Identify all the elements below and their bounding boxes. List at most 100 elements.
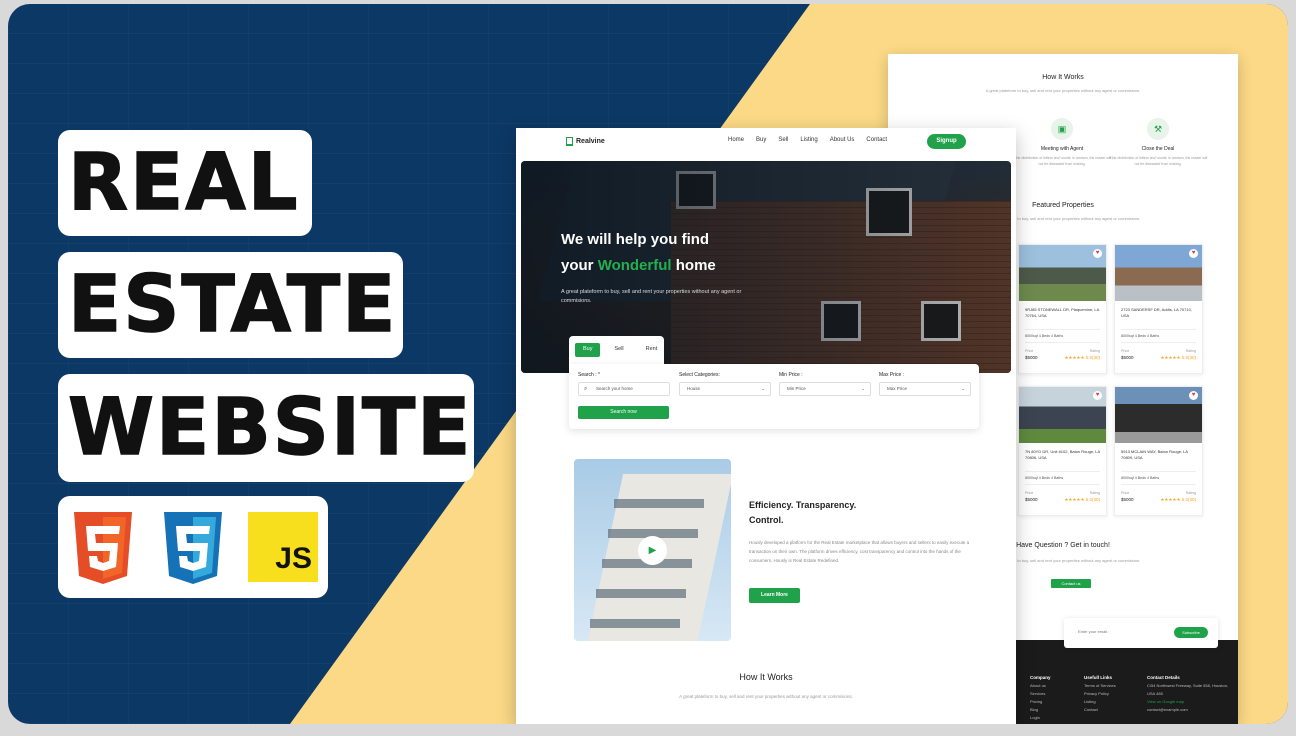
property-card[interactable]: ♥ 7N 80YD DR, Unit #102, Baton Rouge, LA…	[1018, 386, 1107, 516]
rating-label: Rating	[1089, 349, 1100, 353]
search-input[interactable]: ⌕ Search your home	[578, 382, 670, 396]
price-label: Price	[1121, 349, 1130, 353]
search-label: Search : *	[578, 372, 600, 378]
rating-label: Rating	[1185, 491, 1196, 495]
tab-sell[interactable]: Sell	[606, 343, 631, 357]
step-title: Close the Deal	[1141, 146, 1175, 152]
nav-contact[interactable]: Contact	[866, 137, 887, 143]
heart-icon[interactable]: ♥	[1189, 391, 1198, 400]
property-card[interactable]: ♥ 5913 MCLAIN WAY, Baton Rouge, LA 70809…	[1114, 386, 1203, 516]
title-pill-1: REAL	[58, 130, 312, 236]
property-card[interactable]: ♥ 2723 SANDERSF DR, Addis, LA 70710, USA…	[1114, 244, 1203, 374]
property-rating: ★★★★★ 5.0(30)	[1064, 497, 1100, 502]
rating-label: Rating	[1089, 491, 1100, 495]
title-line-3: WEBSITE	[67, 382, 473, 474]
about-image: ▶	[574, 459, 731, 641]
css3-icon	[164, 512, 222, 584]
footer-company: Company About us Services Pricing Blog L…	[1030, 675, 1051, 720]
balcony	[590, 619, 680, 628]
signup-button[interactable]: Signup	[927, 134, 966, 149]
title-line-1: REAL	[67, 137, 300, 229]
heart-icon[interactable]: ♥	[1093, 391, 1102, 400]
about-description: Hously developed a platform for the Real…	[749, 540, 970, 563]
rating-label: Rating	[1185, 349, 1196, 353]
about-title: Efficiency. Transparency. Control.	[749, 500, 857, 525]
price-label: Price	[1121, 491, 1130, 495]
tech-badges: JS	[58, 496, 328, 598]
nav-about[interactable]: About Us	[830, 137, 855, 143]
chevron-down-icon: ⌄	[861, 386, 865, 391]
max-price-label: Max Price :	[879, 372, 905, 378]
heart-icon[interactable]: ♥	[1189, 249, 1198, 258]
property-price: $5000	[1025, 355, 1038, 360]
how-it-works-desc: A great plateform to buy, sell and rent …	[679, 694, 853, 699]
category-label: Select Categories:	[679, 372, 720, 378]
category-select[interactable]: House ⌄	[679, 382, 771, 396]
subscribe-box: Enter your email : Subscribe	[1064, 618, 1218, 648]
property-address: 9RJ85 STONEWALL DR, Plaquemine, LA 70764…	[1025, 307, 1100, 318]
chevron-down-icon: ⌄	[761, 386, 765, 391]
property-rating: ★★★★★ 5.0(30)	[1160, 355, 1196, 360]
balcony	[596, 589, 686, 598]
front-page-screenshot: Realvine Home Buy Sell Listing About Us …	[516, 128, 1016, 724]
max-price-select[interactable]: Max Price ⌄	[879, 382, 971, 396]
property-rating: ★★★★★ 5.0(30)	[1160, 497, 1196, 502]
contact-us-button[interactable]: Contact us	[1051, 579, 1091, 588]
nav-listing[interactable]: Listing	[800, 137, 817, 143]
property-features: 8000sqf 4 Beds 4 Baths	[1121, 471, 1196, 485]
step-title: Meeting with Agent	[1040, 146, 1084, 152]
property-price: $5000	[1121, 355, 1134, 360]
back-how-desc: A great plateform to buy, sell and rent …	[985, 88, 1141, 93]
min-price-select[interactable]: Min Price ⌄	[779, 382, 871, 396]
property-address: 5913 MCLAIN WAY, Baton Rouge, LA 70809, …	[1121, 449, 1188, 460]
property-features: 8000sqf 4 Beds 4 Baths	[1121, 329, 1196, 343]
property-price: $5000	[1025, 497, 1038, 502]
brand-logo[interactable]: Realvine	[566, 137, 605, 146]
learn-more-button[interactable]: Learn More	[749, 588, 800, 603]
heart-icon[interactable]: ♥	[1093, 249, 1102, 258]
step-desc: If the distribution of letters and 'word…	[1108, 156, 1208, 166]
nav-links: Home Buy Sell Listing About Us Contact	[728, 137, 887, 143]
property-price: $5000	[1121, 497, 1134, 502]
footer-contact: Contact Details C/54 Northwest Freeway, …	[1147, 675, 1229, 712]
search-tabs: Buy Sell Rent	[569, 336, 664, 364]
property-rating: ★★★★★ 5.0(30)	[1064, 355, 1100, 360]
step-meeting: ▣ Meeting with Agent If the distribution…	[1012, 118, 1112, 167]
navbar: Realvine Home Buy Sell Listing About Us …	[516, 128, 1016, 158]
hero-heading: We will help you find your Wonderful hom…	[561, 231, 716, 274]
price-label: Price	[1025, 349, 1034, 353]
property-image: ♥	[1019, 245, 1106, 301]
html5-icon	[74, 512, 132, 584]
property-image: ♥	[1115, 387, 1202, 443]
hero-description: A great plateform to buy, sell and rent …	[561, 289, 742, 304]
title-pill-2: ESTATE	[58, 252, 403, 358]
js-icon: JS	[248, 512, 318, 582]
property-features: 8000sqf 4 Beds 4 Baths	[1025, 329, 1100, 343]
min-price-label: Min Price :	[779, 372, 803, 378]
play-icon[interactable]: ▶	[638, 536, 667, 565]
nav-sell[interactable]: Sell	[778, 137, 788, 143]
tab-buy[interactable]: Buy	[575, 343, 601, 357]
back-how-title: How It Works	[1042, 74, 1084, 81]
property-card[interactable]: ♥ 9RJ85 STONEWALL DR, Plaquemine, LA 707…	[1018, 244, 1107, 374]
step-desc: If the distribution of letters and 'word…	[1012, 156, 1112, 166]
chevron-down-icon: ⌄	[961, 386, 965, 391]
tab-rent[interactable]: Rent	[638, 343, 666, 357]
property-image: ♥	[1019, 387, 1106, 443]
property-address: 2723 SANDERSF DR, Addis, LA 70710, USA	[1121, 307, 1192, 318]
price-label: Price	[1025, 491, 1034, 495]
property-features: 8000sqf 4 Beds 4 Baths	[1025, 471, 1100, 485]
search-now-button[interactable]: Search now	[578, 406, 669, 419]
nav-home[interactable]: Home	[728, 137, 744, 143]
title-line-2: ESTATE	[67, 259, 398, 351]
thumbnail-frame: REAL ESTATE WEBSITE JS How It Works A gr…	[8, 4, 1288, 724]
title-pill-3: WEBSITE	[58, 374, 474, 482]
balcony	[614, 499, 704, 508]
how-it-works-title: How It Works	[739, 672, 793, 682]
building-icon	[566, 137, 573, 146]
subscribe-button[interactable]: Subscribe	[1174, 627, 1208, 638]
nav-buy[interactable]: Buy	[756, 137, 766, 143]
step-close-deal: ⚒ Close the Deal If the distribution of …	[1108, 118, 1208, 167]
search-icon: ⌕	[584, 386, 588, 392]
email-input[interactable]: Enter your email :	[1078, 629, 1109, 634]
